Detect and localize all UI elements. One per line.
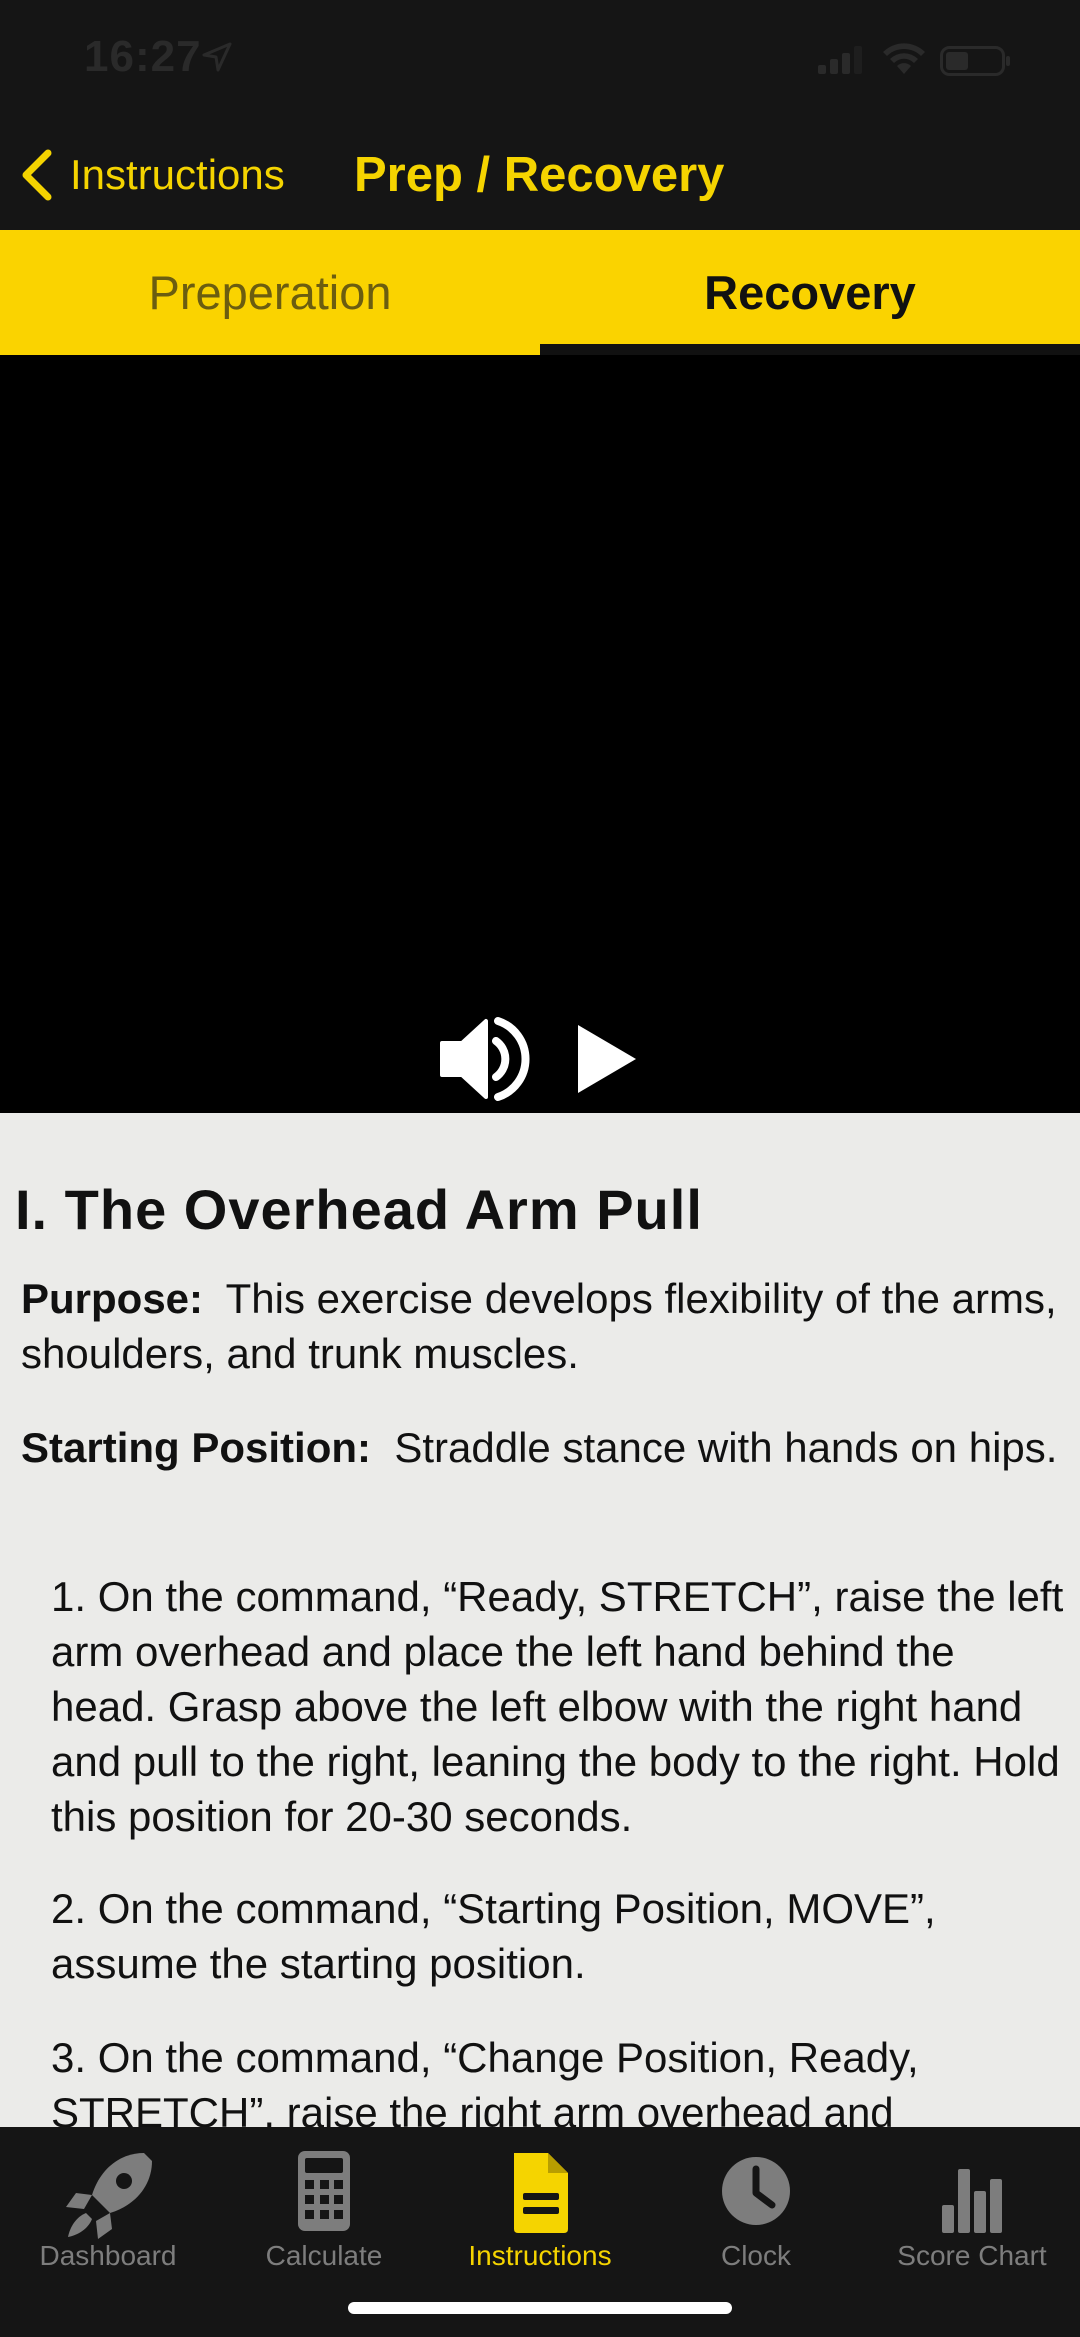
wifi-icon xyxy=(883,43,925,74)
step-item: 2. On the command, “Starting Position, M… xyxy=(51,1885,936,1987)
tab-preparation[interactable]: Preperation xyxy=(0,230,540,355)
navigation-bar: Instructions Prep / Recovery xyxy=(0,125,1080,230)
battery-icon xyxy=(940,46,1010,76)
tabbar-label: Instructions xyxy=(468,2240,612,2271)
instructions-content[interactable]: I. The Overhead Arm Pull Purpose: This e… xyxy=(0,1113,1080,2127)
status-time: 16:27 xyxy=(84,32,202,81)
exercise-title: I. The Overhead Arm Pull xyxy=(15,1178,703,1241)
tabbar-label: Clock xyxy=(720,2240,791,2271)
location-arrow-icon xyxy=(202,42,232,72)
document-icon xyxy=(514,2153,568,2233)
video-player[interactable] xyxy=(0,355,1080,1113)
tab-bar: Preperation Recovery xyxy=(0,230,1080,355)
tabbar-label: Calculate xyxy=(265,2240,383,2271)
step-item: 1. On the command, “Ready, STRETCH”, rai… xyxy=(51,1573,1064,1840)
tab-recovery[interactable]: Recovery xyxy=(540,230,1080,355)
step-item: 3. On the command, “Change Position, Rea… xyxy=(51,2034,919,2127)
calculator-icon xyxy=(298,2151,350,2231)
play-icon[interactable] xyxy=(574,1021,640,1097)
starting-position-text: Straddle stance with hands on hips. xyxy=(394,1424,1058,1471)
tabbar-item-instructions[interactable]: Instructions xyxy=(432,2147,648,2297)
tabbar-item-dashboard[interactable]: Dashboard xyxy=(0,2147,216,2297)
starting-position-paragraph: Starting Position: Straddle stance with … xyxy=(21,1420,1066,1475)
tabbar-item-clock[interactable]: Clock xyxy=(648,2147,864,2297)
tabbar-item-calculate[interactable]: Calculate xyxy=(216,2147,432,2297)
starting-position-label: Starting Position: xyxy=(21,1424,371,1471)
selected-tab-indicator xyxy=(540,344,1080,355)
tabbar-item-score-chart[interactable]: Score Chart xyxy=(864,2147,1080,2297)
volume-icon[interactable] xyxy=(438,1013,530,1105)
bar-chart-icon xyxy=(942,2169,1002,2233)
tabbar-label: Score Chart xyxy=(897,2240,1047,2271)
clock-icon xyxy=(722,2157,790,2225)
status-bar: 16:27 xyxy=(0,0,1080,125)
tabbar-label: Dashboard xyxy=(39,2240,177,2271)
chevron-left-icon xyxy=(22,149,52,201)
home-indicator xyxy=(348,2302,732,2314)
purpose-label: Purpose: xyxy=(21,1275,204,1322)
cellular-signal-icon xyxy=(818,46,862,74)
back-button[interactable]: Instructions xyxy=(18,145,285,205)
back-button-label: Instructions xyxy=(70,151,285,198)
page-title: Prep / Recovery xyxy=(354,148,725,202)
purpose-paragraph: Purpose: This exercise develops flexibil… xyxy=(21,1271,1066,1381)
rocket-icon xyxy=(66,2153,152,2239)
